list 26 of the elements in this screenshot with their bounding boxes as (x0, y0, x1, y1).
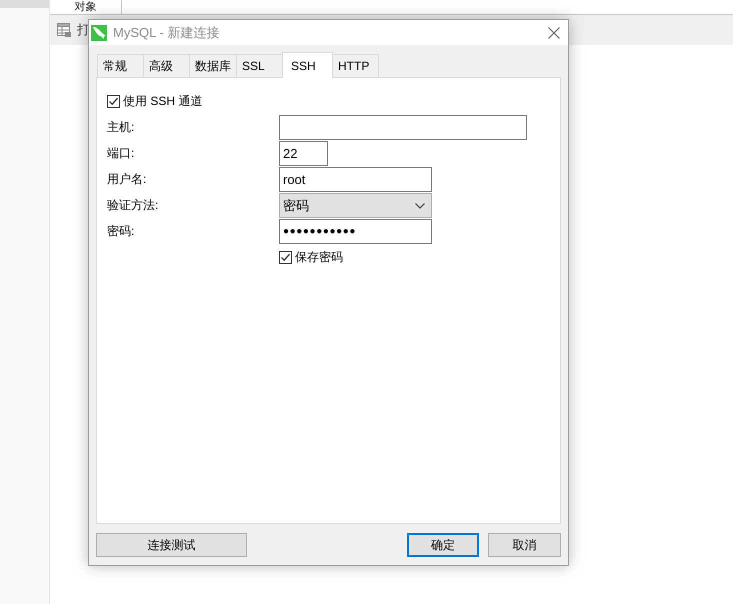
dialog-button[interactable]: 取消 (488, 533, 561, 557)
checkbox-label: 使用 SSH 通道 (123, 95, 202, 108)
field-label: 密码: (107, 223, 136, 240)
tab[interactable]: HTTP (332, 54, 379, 77)
checkbox-label: 保存密码 (295, 251, 343, 264)
table-icon (57, 23, 71, 37)
chevron-down-icon (415, 202, 425, 208)
field-label: 用户名: (107, 171, 148, 188)
close-button[interactable] (548, 26, 560, 38)
checkbox[interactable] (107, 95, 120, 108)
dropdown-select[interactable]: 密码 (279, 193, 432, 218)
dialog-button[interactable]: 确定 (407, 533, 479, 557)
input-field[interactable]: root (279, 167, 432, 192)
field-label: 端口: (107, 145, 136, 162)
window-title: MySQL - 新建连接 (113, 24, 220, 42)
tab[interactable]: SSH (282, 52, 333, 78)
dialog-button[interactable]: 连接测试 (96, 533, 247, 557)
input-field[interactable] (279, 115, 527, 140)
password-field[interactable]: ●●●●●●●●●●● (279, 219, 432, 244)
close-icon (548, 26, 560, 38)
field-label: 主机: (107, 119, 136, 136)
toolbar-label[interactable]: 打 (77, 21, 90, 39)
input-field[interactable]: 22 (279, 141, 328, 166)
field-label: 验证方法: (107, 197, 160, 214)
checkbox[interactable] (279, 251, 292, 264)
tab[interactable]: 常规 (97, 54, 144, 77)
